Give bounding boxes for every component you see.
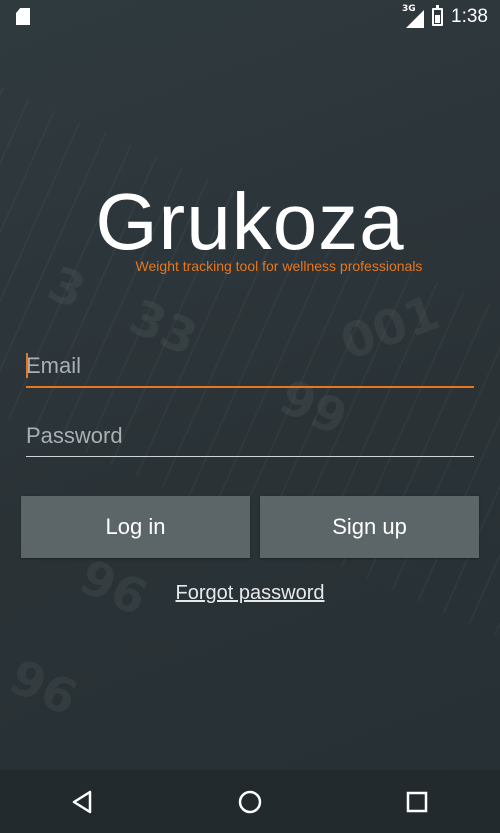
cell-signal-icon: 3G	[402, 4, 425, 28]
background: 3 33 99 001 96 96	[0, 0, 500, 833]
recents-icon	[406, 791, 427, 812]
navigation-bar	[0, 770, 500, 833]
back-button[interactable]	[53, 772, 113, 832]
login-button[interactable]: Log in	[21, 496, 250, 558]
back-icon	[73, 790, 92, 813]
home-button[interactable]	[220, 772, 280, 832]
sd-card-icon	[16, 8, 30, 25]
email-underline	[26, 386, 474, 388]
battery-icon	[432, 4, 444, 26]
status-bar: 3G 1:38	[0, 0, 500, 33]
password-field[interactable]	[26, 420, 474, 452]
home-icon	[238, 790, 262, 813]
text-cursor	[26, 353, 28, 378]
recents-button[interactable]	[387, 772, 447, 832]
forgot-password-link[interactable]: Forgot password	[0, 582, 500, 605]
background-decoration: 96	[1, 648, 86, 728]
email-field[interactable]	[26, 350, 474, 382]
status-time: 1:38	[451, 5, 488, 27]
password-field-container	[26, 420, 474, 457]
email-field-container	[26, 350, 474, 388]
app-tagline: Weight tracking tool for wellness profes…	[0, 258, 500, 274]
app-logo: Grukoza	[95, 177, 405, 266]
signup-button[interactable]: Sign up	[260, 496, 479, 558]
password-underline	[26, 456, 474, 457]
tagline-text: Weight tracking tool for wellness profes…	[135, 258, 423, 274]
